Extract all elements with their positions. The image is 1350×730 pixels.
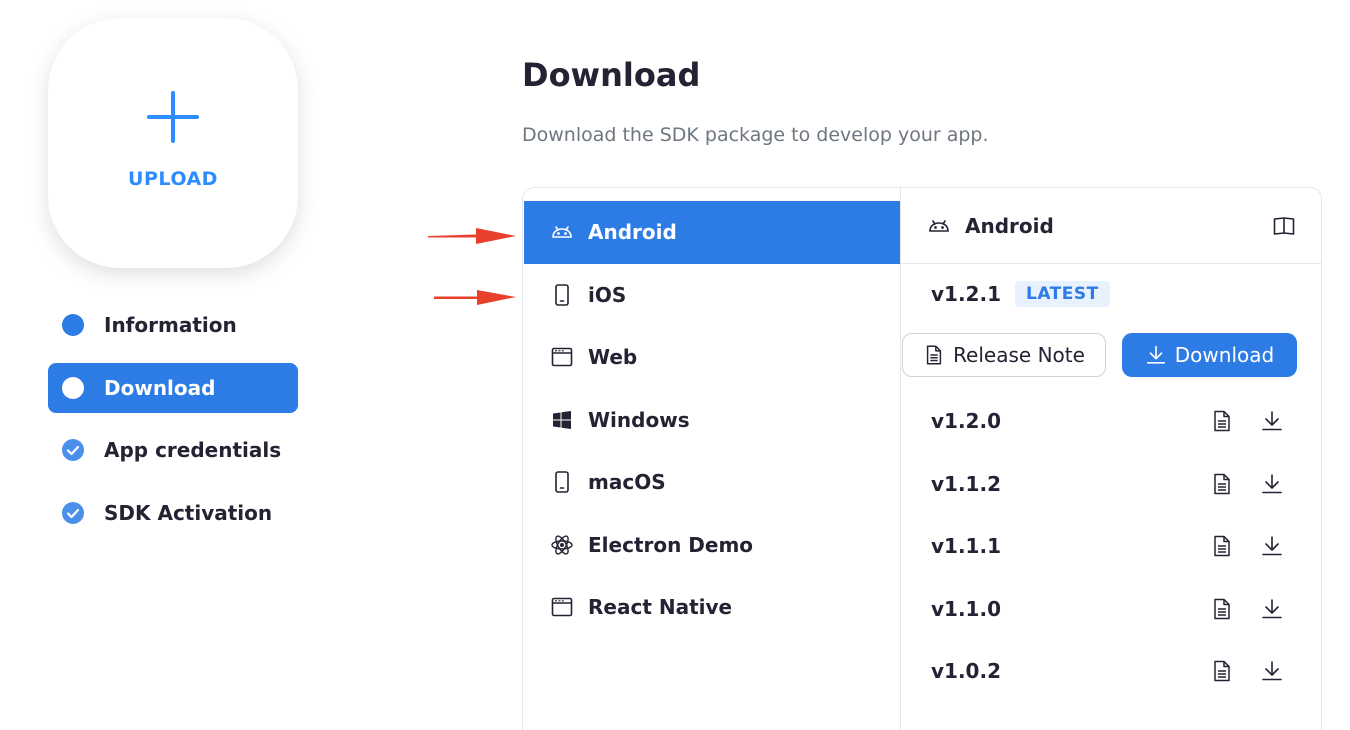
upload-card[interactable]: UPLOAD	[48, 18, 298, 268]
platform-item-react-native[interactable]: React Native	[524, 576, 900, 639]
platform-item-macos[interactable]: macOS	[524, 451, 900, 514]
step-nav: Information Download App credentials SDK…	[48, 300, 298, 550]
platform-detail: Android v1.2.1 LATEST Release Note Downl…	[901, 188, 1322, 730]
step-dot-icon	[62, 376, 84, 399]
latest-badge: LATEST	[1014, 281, 1110, 307]
mobile-icon	[555, 283, 569, 306]
document-icon[interactable]	[1210, 472, 1234, 496]
step-sdk-activation[interactable]: SDK Activation	[48, 488, 298, 538]
version-row: v1.1.1	[901, 515, 1322, 578]
version-row: v1.2.0	[901, 390, 1322, 453]
document-icon[interactable]	[1210, 534, 1234, 558]
platform-label: Android	[588, 220, 677, 245]
version-row: v1.1.0	[901, 578, 1322, 641]
electron-icon	[551, 535, 573, 555]
step-label: App credentials	[104, 438, 282, 462]
upload-label: UPLOAD	[128, 168, 218, 190]
version-label: v1.1.2	[931, 471, 1001, 496]
download-icon[interactable]	[1260, 534, 1284, 558]
download-icon	[1146, 345, 1165, 364]
release-note-button[interactable]: Release Note	[902, 333, 1106, 377]
download-icon[interactable]	[1260, 659, 1284, 683]
book-icon[interactable]	[1272, 214, 1296, 238]
document-icon[interactable]	[1210, 409, 1234, 433]
plus-icon	[147, 91, 199, 143]
step-dot-icon	[62, 314, 84, 336]
version-label: v1.1.0	[931, 596, 1001, 621]
version-label: v1.0.2	[931, 659, 1001, 684]
platform-label: macOS	[588, 470, 666, 495]
platform-label: iOS	[588, 282, 627, 307]
step-app-credentials[interactable]: App credentials	[48, 425, 298, 475]
mobile-icon	[555, 471, 569, 494]
release-note-label: Release Note	[953, 343, 1085, 367]
step-download[interactable]: Download	[48, 362, 298, 413]
annotation-arrow-icon	[434, 290, 516, 305]
check-circle-icon	[62, 439, 84, 461]
check-circle-icon	[62, 501, 84, 524]
platform-label: Web	[588, 345, 638, 370]
platform-label: Windows	[588, 407, 690, 432]
page-title: Download	[522, 56, 701, 94]
android-icon	[929, 219, 949, 232]
page-subtitle: Download the SDK package to develop your…	[522, 124, 989, 146]
version-row: v1.1.2	[901, 453, 1322, 516]
platform-item-windows[interactable]: Windows	[524, 389, 900, 452]
windows-icon	[553, 410, 571, 429]
platform-item-web[interactable]: Web	[524, 326, 900, 389]
android-icon	[552, 226, 572, 239]
step-information[interactable]: Information	[48, 300, 298, 350]
latest-actions: Release Note Download	[902, 333, 1297, 377]
platform-item-android[interactable]: Android	[524, 201, 900, 264]
download-icon[interactable]	[1260, 472, 1284, 496]
detail-header: Android	[901, 188, 1322, 264]
version-list: v1.2.0 v1.1.2 v1.1.1 v1.1.0 v1.0.2	[901, 390, 1322, 703]
step-label: SDK Activation	[104, 500, 273, 525]
latest-version: v1.2.1	[931, 282, 1001, 306]
download-icon[interactable]	[1260, 597, 1284, 621]
step-label: Download	[104, 375, 216, 400]
document-icon	[926, 345, 942, 365]
version-label: v1.2.0	[931, 409, 1001, 434]
document-icon[interactable]	[1210, 597, 1234, 621]
platform-list: Android iOS Web Windows macOS Electron D…	[524, 201, 900, 639]
download-button[interactable]: Download	[1122, 333, 1297, 377]
document-icon[interactable]	[1210, 659, 1234, 683]
download-panel: Android iOS Web Windows macOS Electron D…	[522, 187, 1322, 730]
annotation-arrow-icon	[428, 228, 516, 244]
detail-title: Android	[965, 213, 1054, 238]
latest-version-row: v1.2.1 LATEST	[931, 281, 1110, 307]
download-label: Download	[1174, 343, 1275, 367]
platform-item-ios[interactable]: iOS	[524, 264, 900, 327]
browser-icon	[551, 597, 573, 617]
platform-item-electron-demo[interactable]: Electron Demo	[524, 514, 900, 577]
step-label: Information	[104, 313, 237, 337]
version-row: v1.0.2	[901, 640, 1322, 703]
browser-icon	[551, 347, 573, 367]
download-icon[interactable]	[1260, 409, 1284, 433]
version-label: v1.1.1	[931, 534, 1001, 559]
platform-label: Electron Demo	[588, 532, 754, 557]
platform-label: React Native	[588, 595, 733, 620]
